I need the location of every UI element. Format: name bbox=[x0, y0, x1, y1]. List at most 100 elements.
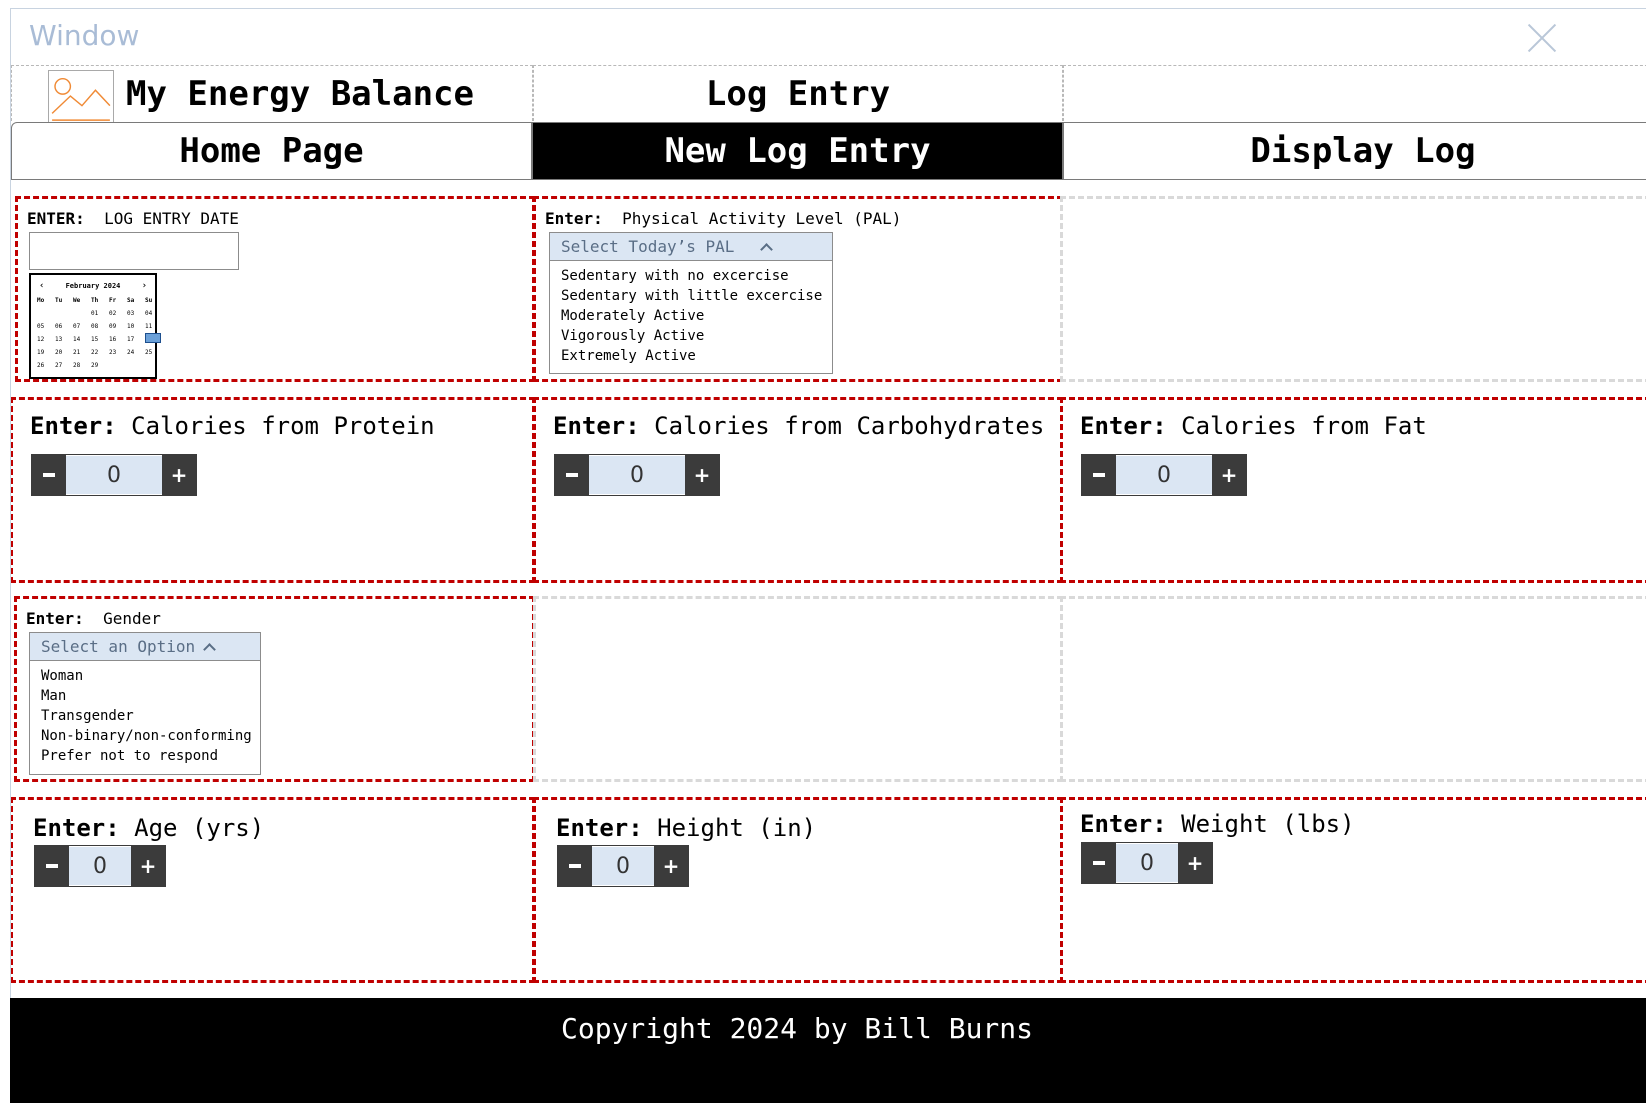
gender-dropdown-header[interactable]: Select an Option bbox=[30, 633, 260, 661]
date-entry-panel: ENTER: LOG ENTRY DATE ‹ February 2024 › … bbox=[15, 196, 535, 382]
calendar-weekday: We bbox=[73, 297, 81, 304]
calendar-day[interactable]: 27 bbox=[53, 361, 71, 371]
calendar-day[interactable]: 22 bbox=[89, 348, 107, 358]
gender-option[interactable]: Man bbox=[41, 686, 260, 706]
increment-button[interactable]: + bbox=[1178, 843, 1212, 883]
calendar-day[interactable]: 16 bbox=[107, 335, 125, 345]
calendar-day[interactable]: 14 bbox=[71, 335, 89, 345]
calendar-day[interactable]: 03 bbox=[125, 309, 143, 319]
weight-label: Enter: Weight (lbs) bbox=[1080, 810, 1355, 838]
pal-option[interactable]: Extremely Active bbox=[561, 346, 832, 366]
carbs-value[interactable]: 0 bbox=[589, 455, 685, 495]
nav-display-log[interactable]: Display Log bbox=[1063, 122, 1646, 180]
calendar-day[interactable]: 25 bbox=[143, 348, 161, 358]
calendar-weekday: Mo bbox=[37, 297, 45, 304]
calendar-weekday: Th bbox=[91, 297, 99, 304]
height-value[interactable]: 0 bbox=[592, 846, 654, 886]
next-month-icon[interactable]: › bbox=[142, 281, 147, 291]
chevron-up-icon bbox=[760, 242, 774, 256]
calendar-day[interactable]: 02 bbox=[107, 309, 125, 319]
calendar-day[interactable]: 10 bbox=[125, 322, 143, 332]
increment-button[interactable]: + bbox=[685, 455, 719, 495]
calendar-day[interactable]: 20 bbox=[53, 348, 71, 358]
decrement-button[interactable] bbox=[1082, 455, 1116, 495]
calendar-day[interactable]: 15 bbox=[89, 335, 107, 345]
decrement-button[interactable] bbox=[35, 846, 69, 886]
calendar-weekday: Tu bbox=[55, 297, 63, 304]
calendar-day[interactable]: 19 bbox=[35, 348, 53, 358]
calendar-selected-day[interactable] bbox=[143, 333, 161, 345]
pal-options-list: Sedentary with no excercise Sedentary wit… bbox=[550, 261, 832, 366]
calendar-day[interactable]: 29 bbox=[89, 361, 107, 371]
calendar-day[interactable]: 13 bbox=[53, 335, 71, 345]
calendar-day[interactable]: 06 bbox=[53, 322, 71, 332]
calendar-day[interactable]: 24 bbox=[125, 348, 143, 358]
nav-new-log-entry[interactable]: New Log Entry bbox=[532, 122, 1063, 180]
enter-prefix: Enter: bbox=[26, 609, 84, 628]
fat-value[interactable]: 0 bbox=[1116, 455, 1212, 495]
gender-option[interactable]: Non-binary/non-conforming bbox=[41, 726, 260, 746]
gender-placeholder: Select an Option bbox=[41, 637, 196, 656]
fat-label-text: Calories from Fat bbox=[1181, 412, 1427, 440]
increment-button[interactable]: + bbox=[654, 846, 688, 886]
calendar-day[interactable]: 08 bbox=[89, 322, 107, 332]
calendar-day[interactable]: 23 bbox=[107, 348, 125, 358]
calendar-day[interactable]: 07 bbox=[71, 322, 89, 332]
gender-dropdown[interactable]: Select an Option Woman Man Transgender Non-… bbox=[29, 632, 261, 775]
gender-label: Enter: Gender bbox=[26, 609, 161, 628]
calendar-day[interactable]: 05 bbox=[35, 322, 53, 332]
increment-button[interactable]: + bbox=[162, 455, 196, 495]
pal-option[interactable]: Sedentary with no excercise bbox=[561, 266, 832, 286]
decrement-button[interactable] bbox=[555, 455, 589, 495]
weight-value[interactable]: 0 bbox=[1116, 843, 1178, 883]
gender-option[interactable]: Woman bbox=[41, 666, 260, 686]
increment-button[interactable]: + bbox=[1212, 455, 1246, 495]
pal-placeholder: Select Today’s PAL bbox=[561, 237, 735, 256]
calendar-day[interactable]: 12 bbox=[35, 335, 53, 345]
copyright-text: Copyright 2024 by Bill Burns bbox=[561, 1012, 1034, 1045]
pal-option[interactable]: Vigorously Active bbox=[561, 326, 832, 346]
carbs-label-text: Calories from Carbohydrates bbox=[654, 412, 1045, 440]
decrement-button[interactable] bbox=[1082, 843, 1116, 883]
calendar-day[interactable]: 09 bbox=[107, 322, 125, 332]
calendar-day[interactable]: 04 bbox=[143, 309, 161, 319]
calendar-day[interactable]: 26 bbox=[35, 361, 53, 371]
calendar-weekday: Su bbox=[145, 297, 153, 304]
pal-option[interactable]: Moderately Active bbox=[561, 306, 832, 326]
pal-label: Enter: Physical Activity Level (PAL) bbox=[545, 209, 901, 228]
close-icon[interactable] bbox=[1527, 23, 1557, 53]
enter-prefix: Enter: bbox=[33, 814, 120, 842]
fat-panel: Enter: Calories from Fat 0 + bbox=[1060, 397, 1646, 583]
decrement-button[interactable] bbox=[32, 455, 66, 495]
carbs-panel: Enter: Calories from Carbohydrates 0 + bbox=[533, 397, 1063, 583]
protein-value[interactable]: 0 bbox=[66, 455, 162, 495]
weight-panel: Enter: Weight (lbs) 0 + bbox=[1060, 797, 1646, 983]
enter-prefix: Enter: bbox=[30, 412, 117, 440]
pal-dropdown[interactable]: Select Today’s PAL Sedentary with no exc… bbox=[549, 232, 833, 374]
calendar-day[interactable]: 21 bbox=[71, 348, 89, 358]
calendar-day[interactable]: 28 bbox=[71, 361, 89, 371]
gender-option[interactable]: Transgender bbox=[41, 706, 260, 726]
height-panel: Enter: Height (in) 0 + bbox=[533, 797, 1063, 983]
nav-home-page[interactable]: Home Page bbox=[11, 122, 532, 180]
date-input-field[interactable] bbox=[29, 232, 239, 270]
calendar-blank bbox=[35, 309, 53, 319]
minus-icon bbox=[43, 473, 55, 477]
increment-button[interactable]: + bbox=[131, 846, 165, 886]
calendar-day[interactable]: 17 bbox=[125, 335, 143, 345]
age-value[interactable]: 0 bbox=[69, 846, 131, 886]
calendar-day[interactable]: 11 bbox=[143, 322, 161, 332]
gender-options-list: Woman Man Transgender Non-binary/non-confor… bbox=[30, 661, 260, 766]
empty-panel-r3c2 bbox=[533, 596, 1063, 782]
minus-icon bbox=[569, 864, 581, 868]
gender-option[interactable]: Prefer not to respond bbox=[41, 746, 260, 766]
enter-prefix: Enter: bbox=[1080, 810, 1167, 838]
date-picker-calendar[interactable]: ‹ February 2024 › Mo Tu We Th Fr Sa Su 01 02 03 04… bbox=[29, 273, 161, 379]
decrement-button[interactable] bbox=[558, 846, 592, 886]
pal-option[interactable]: Sedentary with little excercise bbox=[561, 286, 832, 306]
weight-stepper: 0 + bbox=[1081, 842, 1213, 884]
calendar-header: ‹ February 2024 › bbox=[31, 275, 155, 291]
calendar-day[interactable]: 01 bbox=[89, 309, 107, 319]
prev-month-icon[interactable]: ‹ bbox=[39, 281, 44, 291]
pal-dropdown-header[interactable]: Select Today’s PAL bbox=[550, 233, 832, 261]
